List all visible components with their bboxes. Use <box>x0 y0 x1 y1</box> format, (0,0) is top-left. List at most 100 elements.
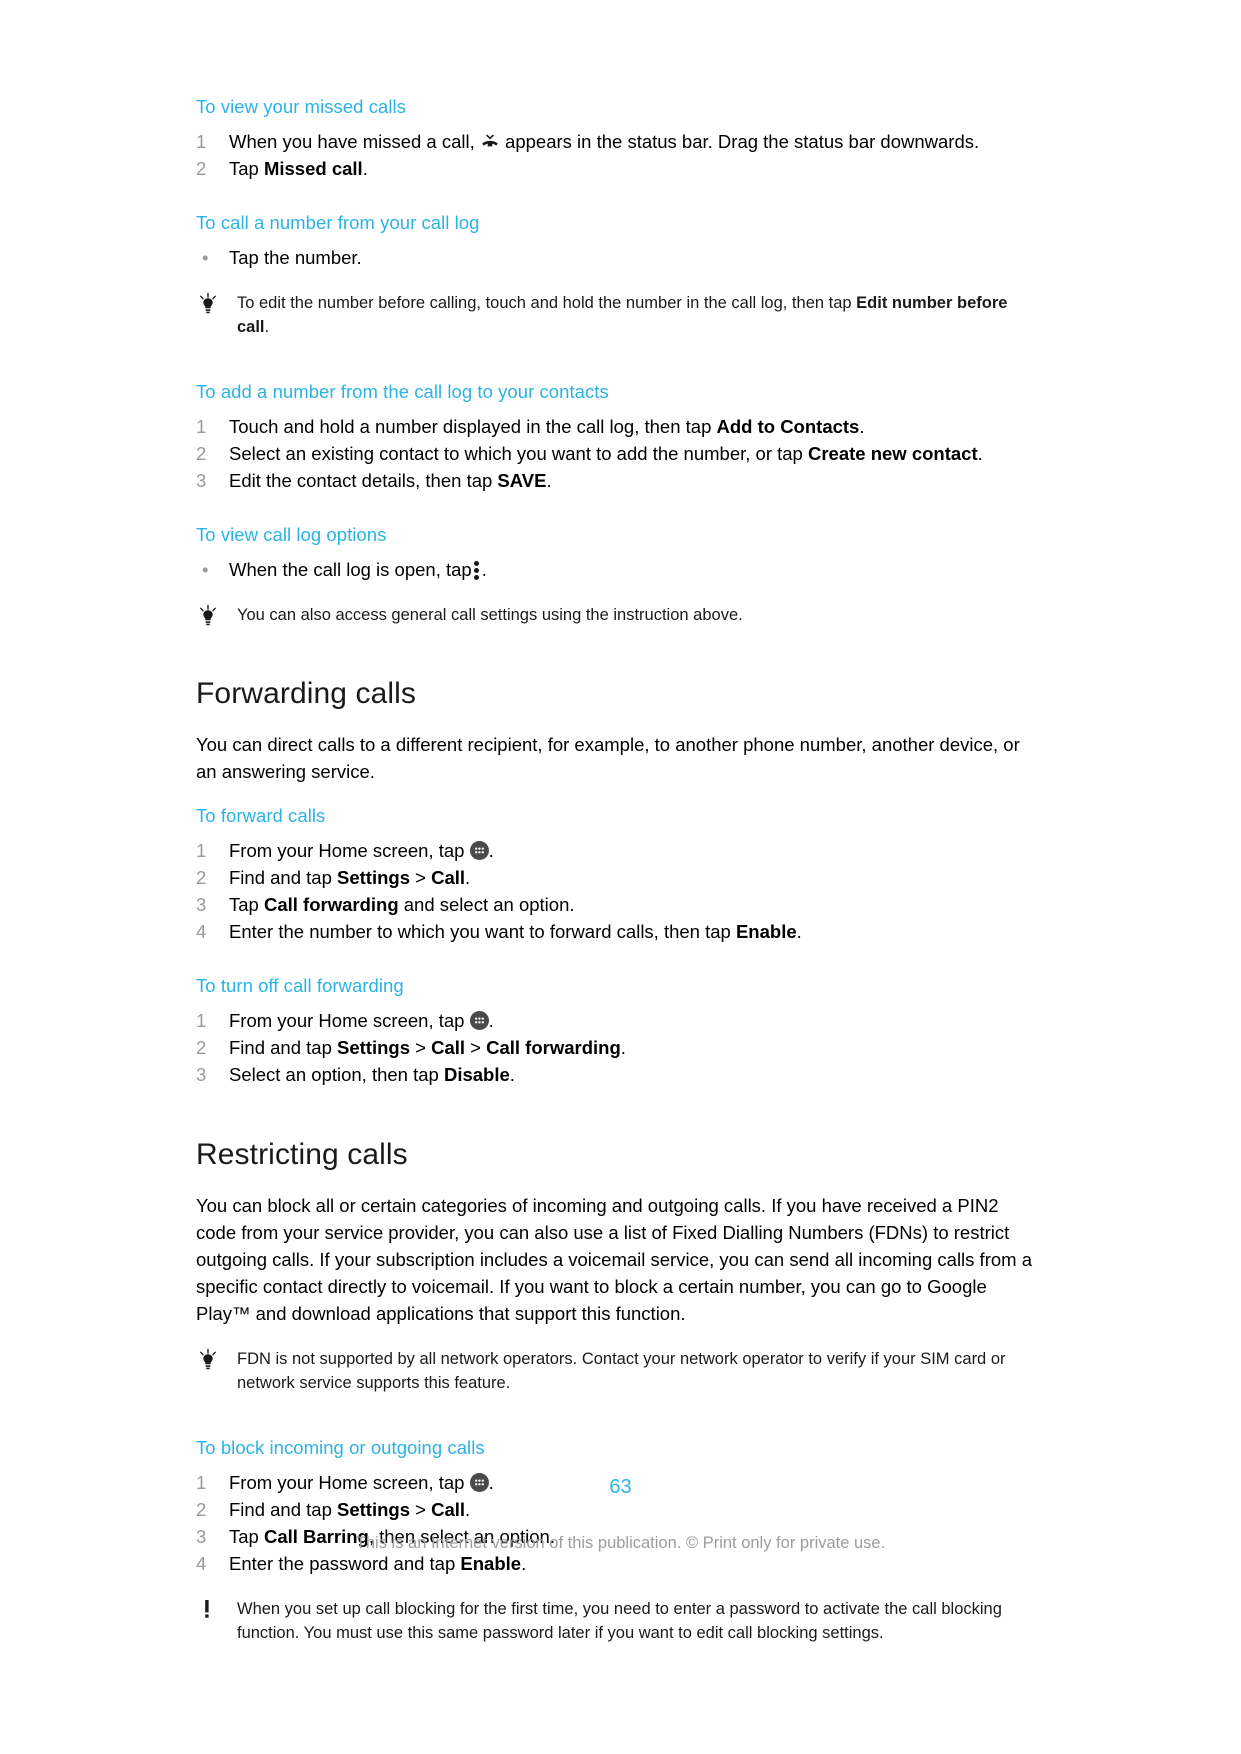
bullet-marker: • <box>202 247 209 268</box>
step-text-part: . <box>481 559 487 580</box>
bullet-marker: • <box>202 559 209 580</box>
step-text-part: Select an option, then tap <box>229 1064 444 1085</box>
step-item: 4 Enter the password and tap Enable. <box>196 1550 1036 1577</box>
step-text-part: . <box>546 470 552 491</box>
step-text-part: > <box>409 1499 432 1520</box>
step-text-part: Touch and hold a number displayed in the… <box>229 416 717 437</box>
manual-page: To view your missed calls 1 When you hav… <box>0 0 1241 1754</box>
paragraph-forwarding-calls-intro: You can direct calls to a different reci… <box>196 734 1020 782</box>
step-bold-term: Settings <box>337 1037 410 1058</box>
step-text-part: When you have missed a call, <box>229 131 475 152</box>
step-bold-term: Add to Contacts <box>716 416 860 437</box>
step-number: 3 <box>196 470 207 491</box>
step-number: 4 <box>196 1553 207 1574</box>
heading-restricting-calls: Restricting calls <box>196 1138 408 1171</box>
footer-note: This is an Internet version of this publ… <box>355 1534 886 1552</box>
step-item: 4 Enter the number to which you want to … <box>196 918 1036 945</box>
step-text-part: . <box>465 867 471 888</box>
missed-call-icon <box>480 133 500 151</box>
step-bold-term: Call <box>431 867 466 888</box>
tip-text: FDN is not supported by all network oper… <box>237 1350 1006 1392</box>
list-item: • Tap the number. <box>196 244 1036 271</box>
step-number: 4 <box>196 921 207 942</box>
step-number: 2 <box>196 158 207 179</box>
step-bold-term: Settings <box>337 867 410 888</box>
heading-to-add-number-to-contacts: To add a number from the call log to you… <box>196 381 609 402</box>
step-text-part: Enter the number to which you want to fo… <box>229 921 736 942</box>
step-number: 1 <box>196 1010 207 1031</box>
step-item: 3 Edit the contact details, then tap SAV… <box>196 467 1036 494</box>
more-options-vertical-dots-icon <box>473 559 481 580</box>
steps-call-from-log: • Tap the number. <box>196 244 1036 271</box>
step-text-part: > <box>465 1037 487 1058</box>
step-number: 2 <box>196 867 207 888</box>
steps-call-log-options: • When the call log is open, tap. <box>196 556 1036 583</box>
step-text-part: From your Home screen, tap <box>229 840 465 861</box>
step-item: 1 From your Home screen, tap . <box>196 837 1036 864</box>
heading-to-view-missed-calls: To view your missed calls <box>196 96 406 117</box>
heading-to-block-incoming-outgoing-calls: To block incoming or outgoing calls <box>196 1437 485 1458</box>
step-text-part: . <box>362 158 368 179</box>
step-text-part: Find and tap <box>229 867 337 888</box>
step-item: 1 Touch and hold a number displayed in t… <box>196 413 1036 440</box>
step-item: 2 Tap Missed call. <box>196 155 1036 182</box>
page-content: To view your missed calls 1 When you hav… <box>196 96 1036 1645</box>
step-text-part: Tap <box>229 158 264 179</box>
step-bold-term: Disable <box>443 1064 510 1085</box>
step-text-part: Find and tap <box>229 1499 337 1520</box>
step-text-part: . <box>521 1553 527 1574</box>
step-item: 2 Find and tap Settings > Call. <box>196 1496 1036 1523</box>
tip-callout-fdn-support: FDN is not supported by all network oper… <box>196 1347 1036 1395</box>
step-bold-term: Enable <box>735 921 797 942</box>
step-text-part: . <box>977 443 983 464</box>
step-bold-term: Enable <box>460 1553 522 1574</box>
step-number: 2 <box>196 1037 207 1058</box>
tip-text: To edit the number before calling, touch… <box>237 291 1036 339</box>
step-bold-term: Missed call <box>263 158 363 179</box>
step-bold-term: Create new contact <box>807 443 978 464</box>
heading-to-view-call-log-options: To view call log options <box>196 524 387 545</box>
step-text-part: . <box>859 416 865 437</box>
step-text-part: Find and tap <box>229 1037 337 1058</box>
step-number: 3 <box>196 894 207 915</box>
step-text-part: . <box>620 1037 626 1058</box>
step-item: 3 Tap Call forwarding and select an opti… <box>196 891 1036 918</box>
app-drawer-icon <box>469 1011 489 1030</box>
step-text-part: Tap the number. <box>229 247 362 268</box>
step-text-part: From your Home screen, tap <box>229 1010 465 1031</box>
step-item: 2 Select an existing contact to which yo… <box>196 440 1036 467</box>
tip-callout-edit-number: To edit the number before calling, touch… <box>196 291 1036 339</box>
page-number: 63 <box>609 1476 632 1498</box>
steps-view-missed-calls: 1 When you have missed a call, appears i… <box>196 128 1036 182</box>
tip-text-part: . <box>264 318 270 336</box>
step-text-part: . <box>796 921 802 942</box>
step-item: 2 Find and tap Settings > Call. <box>196 864 1036 891</box>
warning-callout-call-blocking-password: When you set up call blocking for the fi… <box>196 1597 1036 1645</box>
warning-text: When you set up call blocking for the fi… <box>237 1600 1002 1642</box>
lightbulb-tip-icon <box>196 292 222 316</box>
heading-to-forward-calls: To forward calls <box>196 805 326 826</box>
step-text-part: and select an option. <box>398 894 575 915</box>
step-number: 1 <box>196 840 207 861</box>
step-text-part: . <box>488 840 494 861</box>
step-text-part: appears in the status bar. Drag the stat… <box>505 131 980 152</box>
step-bold-term: Settings <box>337 1499 410 1520</box>
step-bold-term: SAVE <box>497 470 547 491</box>
step-text-part: . <box>465 1499 471 1520</box>
step-number: 1 <box>196 416 207 437</box>
step-item: 1 From your Home screen, tap . <box>196 1007 1036 1034</box>
tip-text-part: To edit the number before calling, touch… <box>237 294 857 312</box>
steps-add-to-contacts: 1 Touch and hold a number displayed in t… <box>196 413 1036 494</box>
step-text-part: . <box>509 1064 515 1085</box>
step-number: 2 <box>196 443 207 464</box>
step-bold-term: Call <box>431 1499 466 1520</box>
step-item: 3 Select an option, then tap Disable. <box>196 1061 1036 1088</box>
step-text-part: Enter the password and tap <box>229 1553 461 1574</box>
tip-text: You can also access general call setting… <box>237 606 743 624</box>
step-bold-term: Call forwarding <box>263 894 399 915</box>
heading-to-call-from-log: To call a number from your call log <box>196 212 480 233</box>
step-number: 1 <box>196 131 207 152</box>
steps-forward-calls: 1 From your Home screen, tap . 2 Find an… <box>196 837 1036 945</box>
paragraph-restricting-calls-intro: You can block all or certain categories … <box>196 1195 1032 1324</box>
step-text-part: > <box>409 867 432 888</box>
